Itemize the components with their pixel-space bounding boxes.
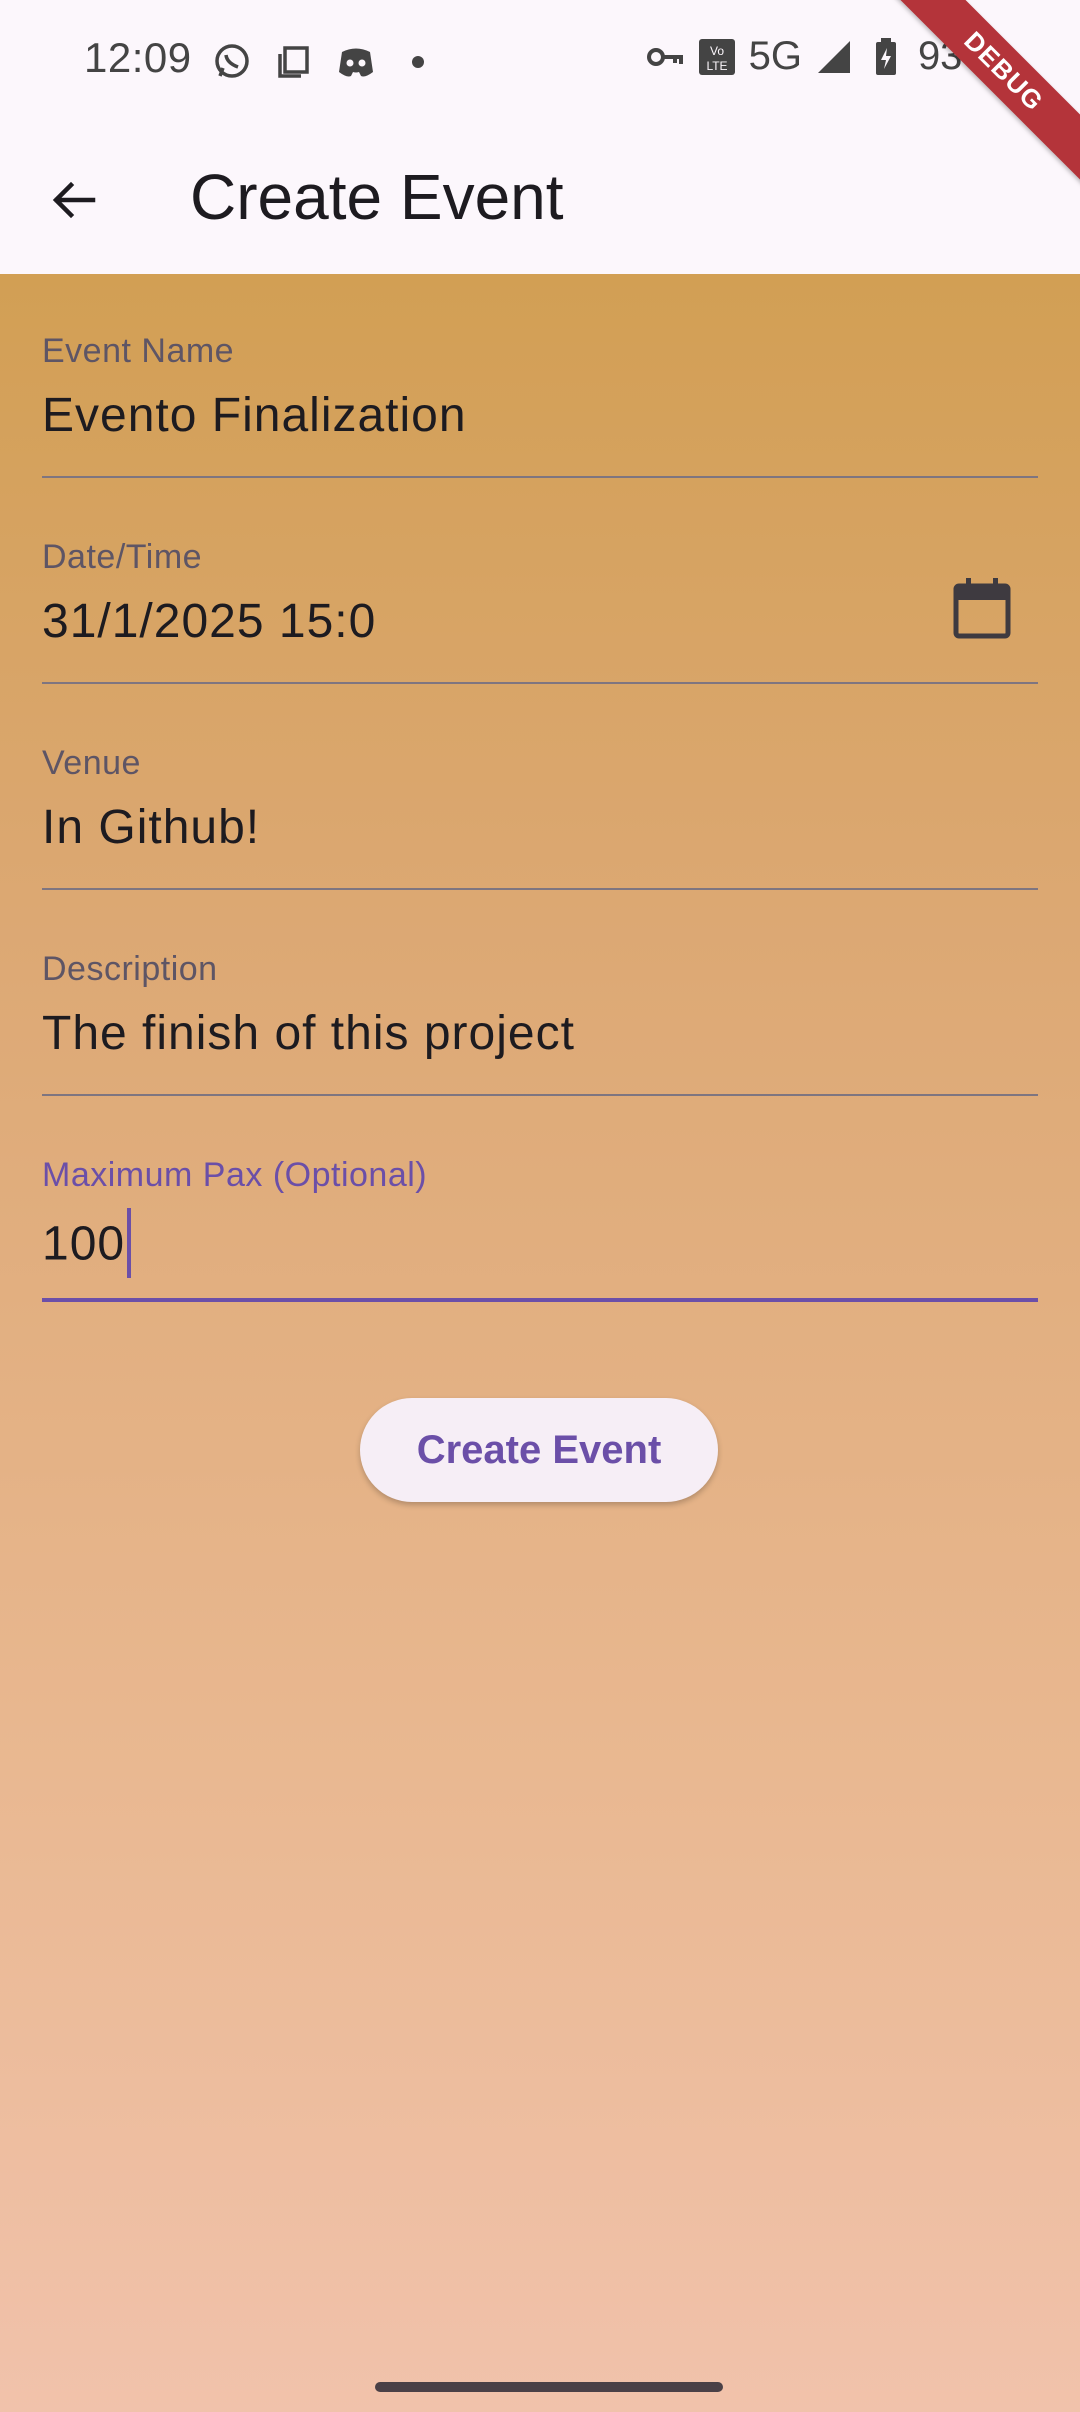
screen: 12:09 Vo LTE 5G DEBUG Create Event Event…	[0, 0, 1080, 2412]
field-underline	[42, 888, 1038, 890]
venue-label: Venue	[42, 744, 141, 782]
signal-icon	[814, 37, 854, 77]
description-value[interactable]: The finish of this project	[42, 1006, 575, 1061]
max-pax-input[interactable]: 100	[42, 1208, 132, 1282]
battery-icon	[866, 37, 906, 77]
event-name-value[interactable]: Evento Finalization	[42, 388, 467, 443]
date-time-label: Date/Time	[42, 538, 203, 576]
home-indicator[interactable]	[375, 2382, 723, 2392]
notification-icons	[210, 40, 440, 84]
max-pax-field[interactable]: Maximum Pax (Optional) 100	[42, 1098, 1038, 1304]
calendar-icon	[953, 578, 1011, 639]
volte-icon: Vo LTE	[697, 37, 737, 77]
dot-icon	[396, 40, 440, 84]
event-name-field[interactable]: Event Name Evento Finalization	[42, 274, 1038, 480]
date-time-field[interactable]: Date/Time 31/1/2025 15:0	[42, 480, 1038, 686]
description-label: Description	[42, 950, 218, 988]
status-time: 12:09	[84, 34, 192, 81]
venue-field[interactable]: Venue In Github!	[42, 686, 1038, 892]
field-underline	[42, 1094, 1038, 1096]
calendar-button[interactable]	[952, 576, 1012, 640]
venue-value[interactable]: In Github!	[42, 800, 260, 855]
description-field[interactable]: Description The finish of this project	[42, 892, 1038, 1098]
field-underline	[42, 682, 1038, 684]
discord-icon	[334, 40, 378, 84]
vpn-key-icon	[645, 37, 685, 77]
network-type: 5G	[748, 34, 802, 78]
create-event-button[interactable]: Create Event	[360, 1398, 718, 1502]
arrow-back-icon	[52, 181, 96, 219]
svg-text:Vo: Vo	[710, 44, 724, 58]
svg-text:LTE: LTE	[706, 59, 727, 73]
back-button[interactable]	[38, 164, 110, 236]
text-cursor	[127, 1208, 132, 1278]
form-body: Event Name Evento Finalization Date/Time…	[0, 274, 1080, 2412]
field-underline-focused	[42, 1298, 1038, 1302]
max-pax-value: 100	[42, 1217, 126, 1271]
copy-icon	[272, 40, 316, 84]
page-title: Create Event	[190, 161, 564, 233]
field-underline	[42, 476, 1038, 478]
max-pax-label: Maximum Pax (Optional)	[42, 1156, 428, 1194]
app-bar: Create Event	[0, 128, 1080, 274]
date-time-value[interactable]: 31/1/2025 15:0	[42, 594, 376, 649]
whatsapp-icon	[210, 40, 254, 84]
status-bar: 12:09 Vo LTE 5G	[0, 0, 1080, 128]
event-name-label: Event Name	[42, 332, 235, 370]
